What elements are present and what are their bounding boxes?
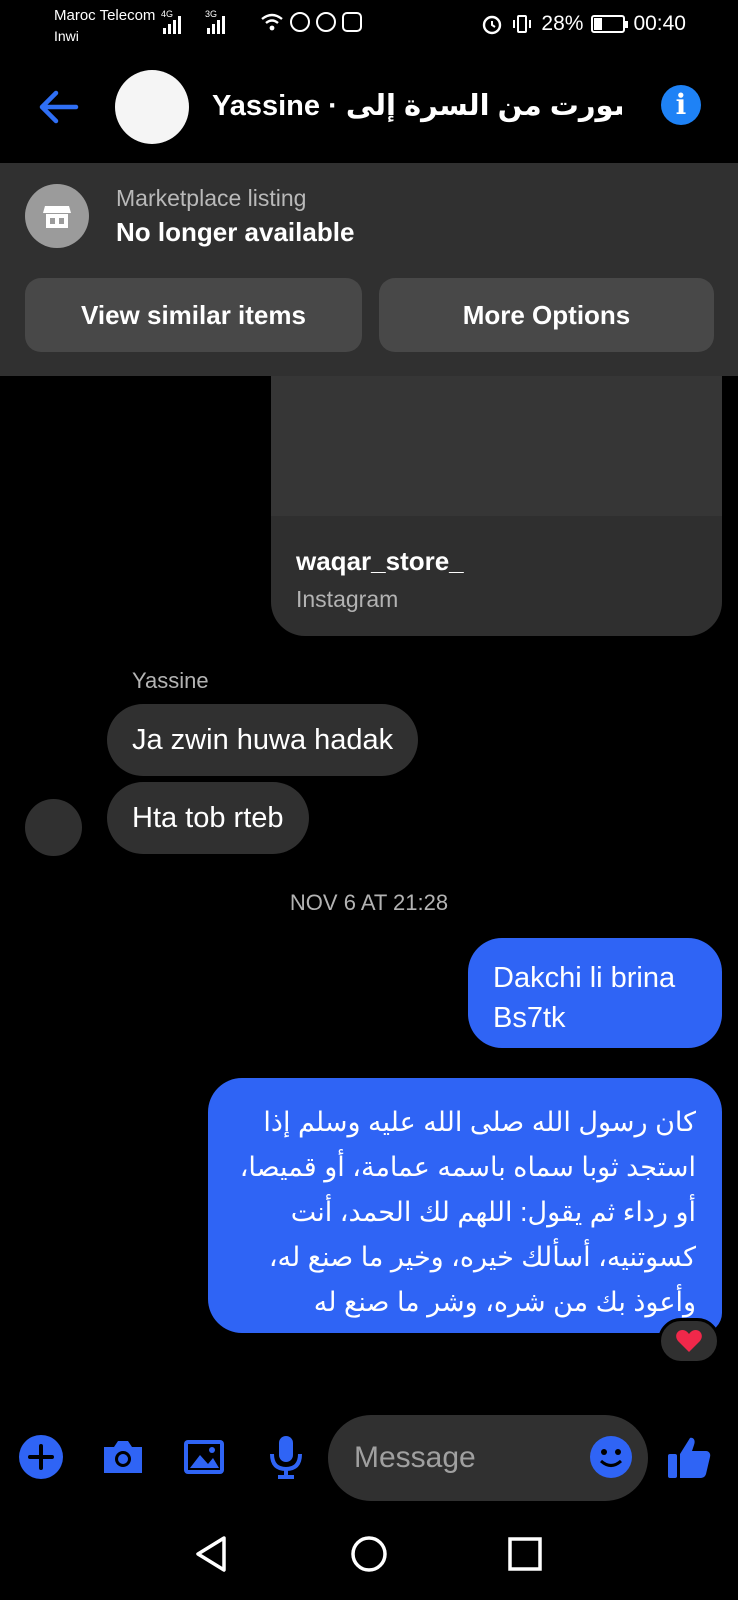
nav-back-icon[interactable]	[190, 1532, 234, 1576]
clock: 00:40	[633, 12, 686, 35]
whatsapp-notification-icon	[316, 12, 336, 32]
sender-name: Yassine	[132, 668, 209, 693]
outgoing-message[interactable]: كان رسول الله صلى الله عليه وسلم إذا است…	[208, 1078, 722, 1333]
store-icon	[25, 184, 89, 248]
battery-icon	[591, 15, 629, 33]
shared-post-source: Instagram	[296, 586, 399, 612]
heart-reaction-icon[interactable]	[658, 1318, 720, 1364]
more-options-button[interactable]: More Options	[379, 278, 714, 352]
message-timestamp: NOV 6 AT 21:28	[289, 890, 449, 915]
carrier-name-1: Maroc Telecom	[54, 7, 156, 24]
nav-recents-icon[interactable]	[503, 1532, 547, 1576]
emoji-icon[interactable]	[590, 1436, 632, 1478]
shared-post-title: waqar_store_	[296, 546, 464, 576]
shared-post-image	[271, 376, 722, 516]
contact-avatar[interactable]	[115, 70, 189, 144]
microphone-icon[interactable]	[262, 1433, 310, 1481]
view-similar-items-button[interactable]: View similar items	[25, 278, 362, 352]
marketplace-subtitle: Marketplace listing	[116, 185, 307, 211]
sender-avatar[interactable]	[25, 799, 82, 856]
nav-home-icon[interactable]	[347, 1532, 391, 1576]
shared-post-card[interactable]: waqar_store_ Instagram	[271, 376, 722, 636]
outgoing-message[interactable]: Dakchi li brina Bs7tk	[468, 938, 722, 1048]
notification-icons	[260, 12, 362, 32]
messenger-notification-icon	[290, 12, 310, 32]
system-navigation-bar	[0, 1520, 738, 1600]
wifi-icon	[261, 13, 283, 31]
carrier-name-2: Inwi	[54, 28, 79, 44]
marketplace-status: No longer available	[116, 217, 355, 247]
info-icon[interactable]: i	[661, 85, 701, 125]
thumbs-up-icon[interactable]	[665, 1433, 713, 1481]
message-composer	[0, 1415, 738, 1505]
back-arrow-icon[interactable]	[36, 85, 80, 129]
chat-header: Yassine · شورت من السرة إلى ... i	[0, 60, 738, 160]
status-bar: Maroc Telecom Inwi 4G 3G 28% 00:40	[0, 0, 738, 52]
incoming-message[interactable]: Hta tob rteb	[107, 782, 309, 854]
marketplace-banner: Marketplace listing No longer available …	[0, 163, 738, 376]
plus-icon[interactable]	[17, 1433, 65, 1481]
camera-icon[interactable]	[99, 1433, 147, 1481]
battery-percent: 28%	[541, 12, 584, 35]
signal-icon-1: 4G	[161, 9, 181, 34]
status-right: 28% 00:40	[481, 12, 686, 36]
vibrate-icon	[513, 15, 532, 33]
gallery-icon[interactable]	[180, 1433, 228, 1481]
instagram-notification-icon	[342, 12, 362, 32]
alarm-icon	[483, 15, 502, 35]
conversation-title[interactable]: Yassine · شورت من السرة إلى ...	[212, 88, 622, 123]
signal-icon-2: 3G	[205, 9, 225, 34]
incoming-message[interactable]: Ja zwin huwa hadak	[107, 704, 419, 776]
